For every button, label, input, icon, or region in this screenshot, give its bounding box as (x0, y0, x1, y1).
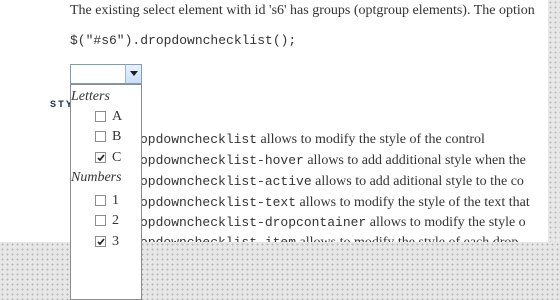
class-name: opdownchecklist-active (140, 174, 312, 189)
class-name: opdownchecklist-text (140, 195, 297, 210)
option-2[interactable]: 2 (95, 211, 135, 231)
class-description: allows to add aditional style to the co (315, 174, 524, 189)
style-row: opdownchecklist allows to modify the sty… (140, 130, 548, 150)
option-2-label: 2 (112, 213, 119, 228)
option-a-label: A (112, 109, 123, 124)
dropdown-arrow-button[interactable] (125, 65, 141, 83)
group-label-letters: Letters (71, 89, 110, 104)
option-c-checkbox[interactable] (95, 152, 106, 163)
option-a[interactable]: A (95, 107, 135, 127)
option-c-label: C (112, 150, 122, 165)
class-name: opdownchecklist-dropcontainer (140, 215, 367, 230)
option-b[interactable]: B (95, 127, 135, 147)
option-1-checkbox[interactable] (95, 195, 106, 206)
page-screen: The existing select element with id 's6'… (0, 0, 560, 300)
style-row: opdownchecklist-text allows to modify th… (140, 193, 548, 213)
option-1-label: 1 (112, 193, 119, 208)
option-1[interactable]: 1 (95, 191, 135, 211)
style-row: opdownchecklist-dropcontainer allows to … (140, 213, 548, 233)
checkmark-icon (97, 238, 105, 246)
class-description: allows to modify the style of the text t… (299, 195, 530, 210)
option-c[interactable]: C (95, 148, 135, 168)
option-2-checkbox[interactable] (95, 215, 106, 226)
group-label-numbers: Numbers (71, 170, 122, 185)
checkmark-icon (97, 154, 105, 162)
class-description: allows to modify the style o (369, 215, 526, 230)
option-3[interactable]: 3 (95, 232, 135, 252)
class-description: allows to add additional style when the (307, 153, 526, 168)
class-name: opdownchecklist (140, 132, 258, 147)
intro-text: The existing select element with id 's6'… (70, 3, 535, 18)
class-name: opdownchecklist-hover (140, 153, 304, 168)
option-3-checkbox[interactable] (95, 236, 106, 247)
dropdown-select[interactable] (70, 64, 142, 84)
option-b-label: B (112, 129, 122, 144)
option-b-checkbox[interactable] (95, 131, 106, 142)
option-3-label: 3 (112, 234, 119, 249)
class-description: allows to modify the style of the contro… (260, 132, 485, 147)
chevron-down-icon (130, 71, 138, 76)
dropdown-checklist-panel[interactable]: Letters A B C Numbers 1 2 3 (70, 84, 142, 300)
option-a-checkbox[interactable] (95, 111, 106, 122)
style-row: opdownchecklist-hover allows to add addi… (140, 151, 548, 171)
code-snippet: $("#s6").dropdownchecklist(); (70, 33, 297, 48)
style-row: opdownchecklist-active allows to add adi… (140, 172, 548, 192)
